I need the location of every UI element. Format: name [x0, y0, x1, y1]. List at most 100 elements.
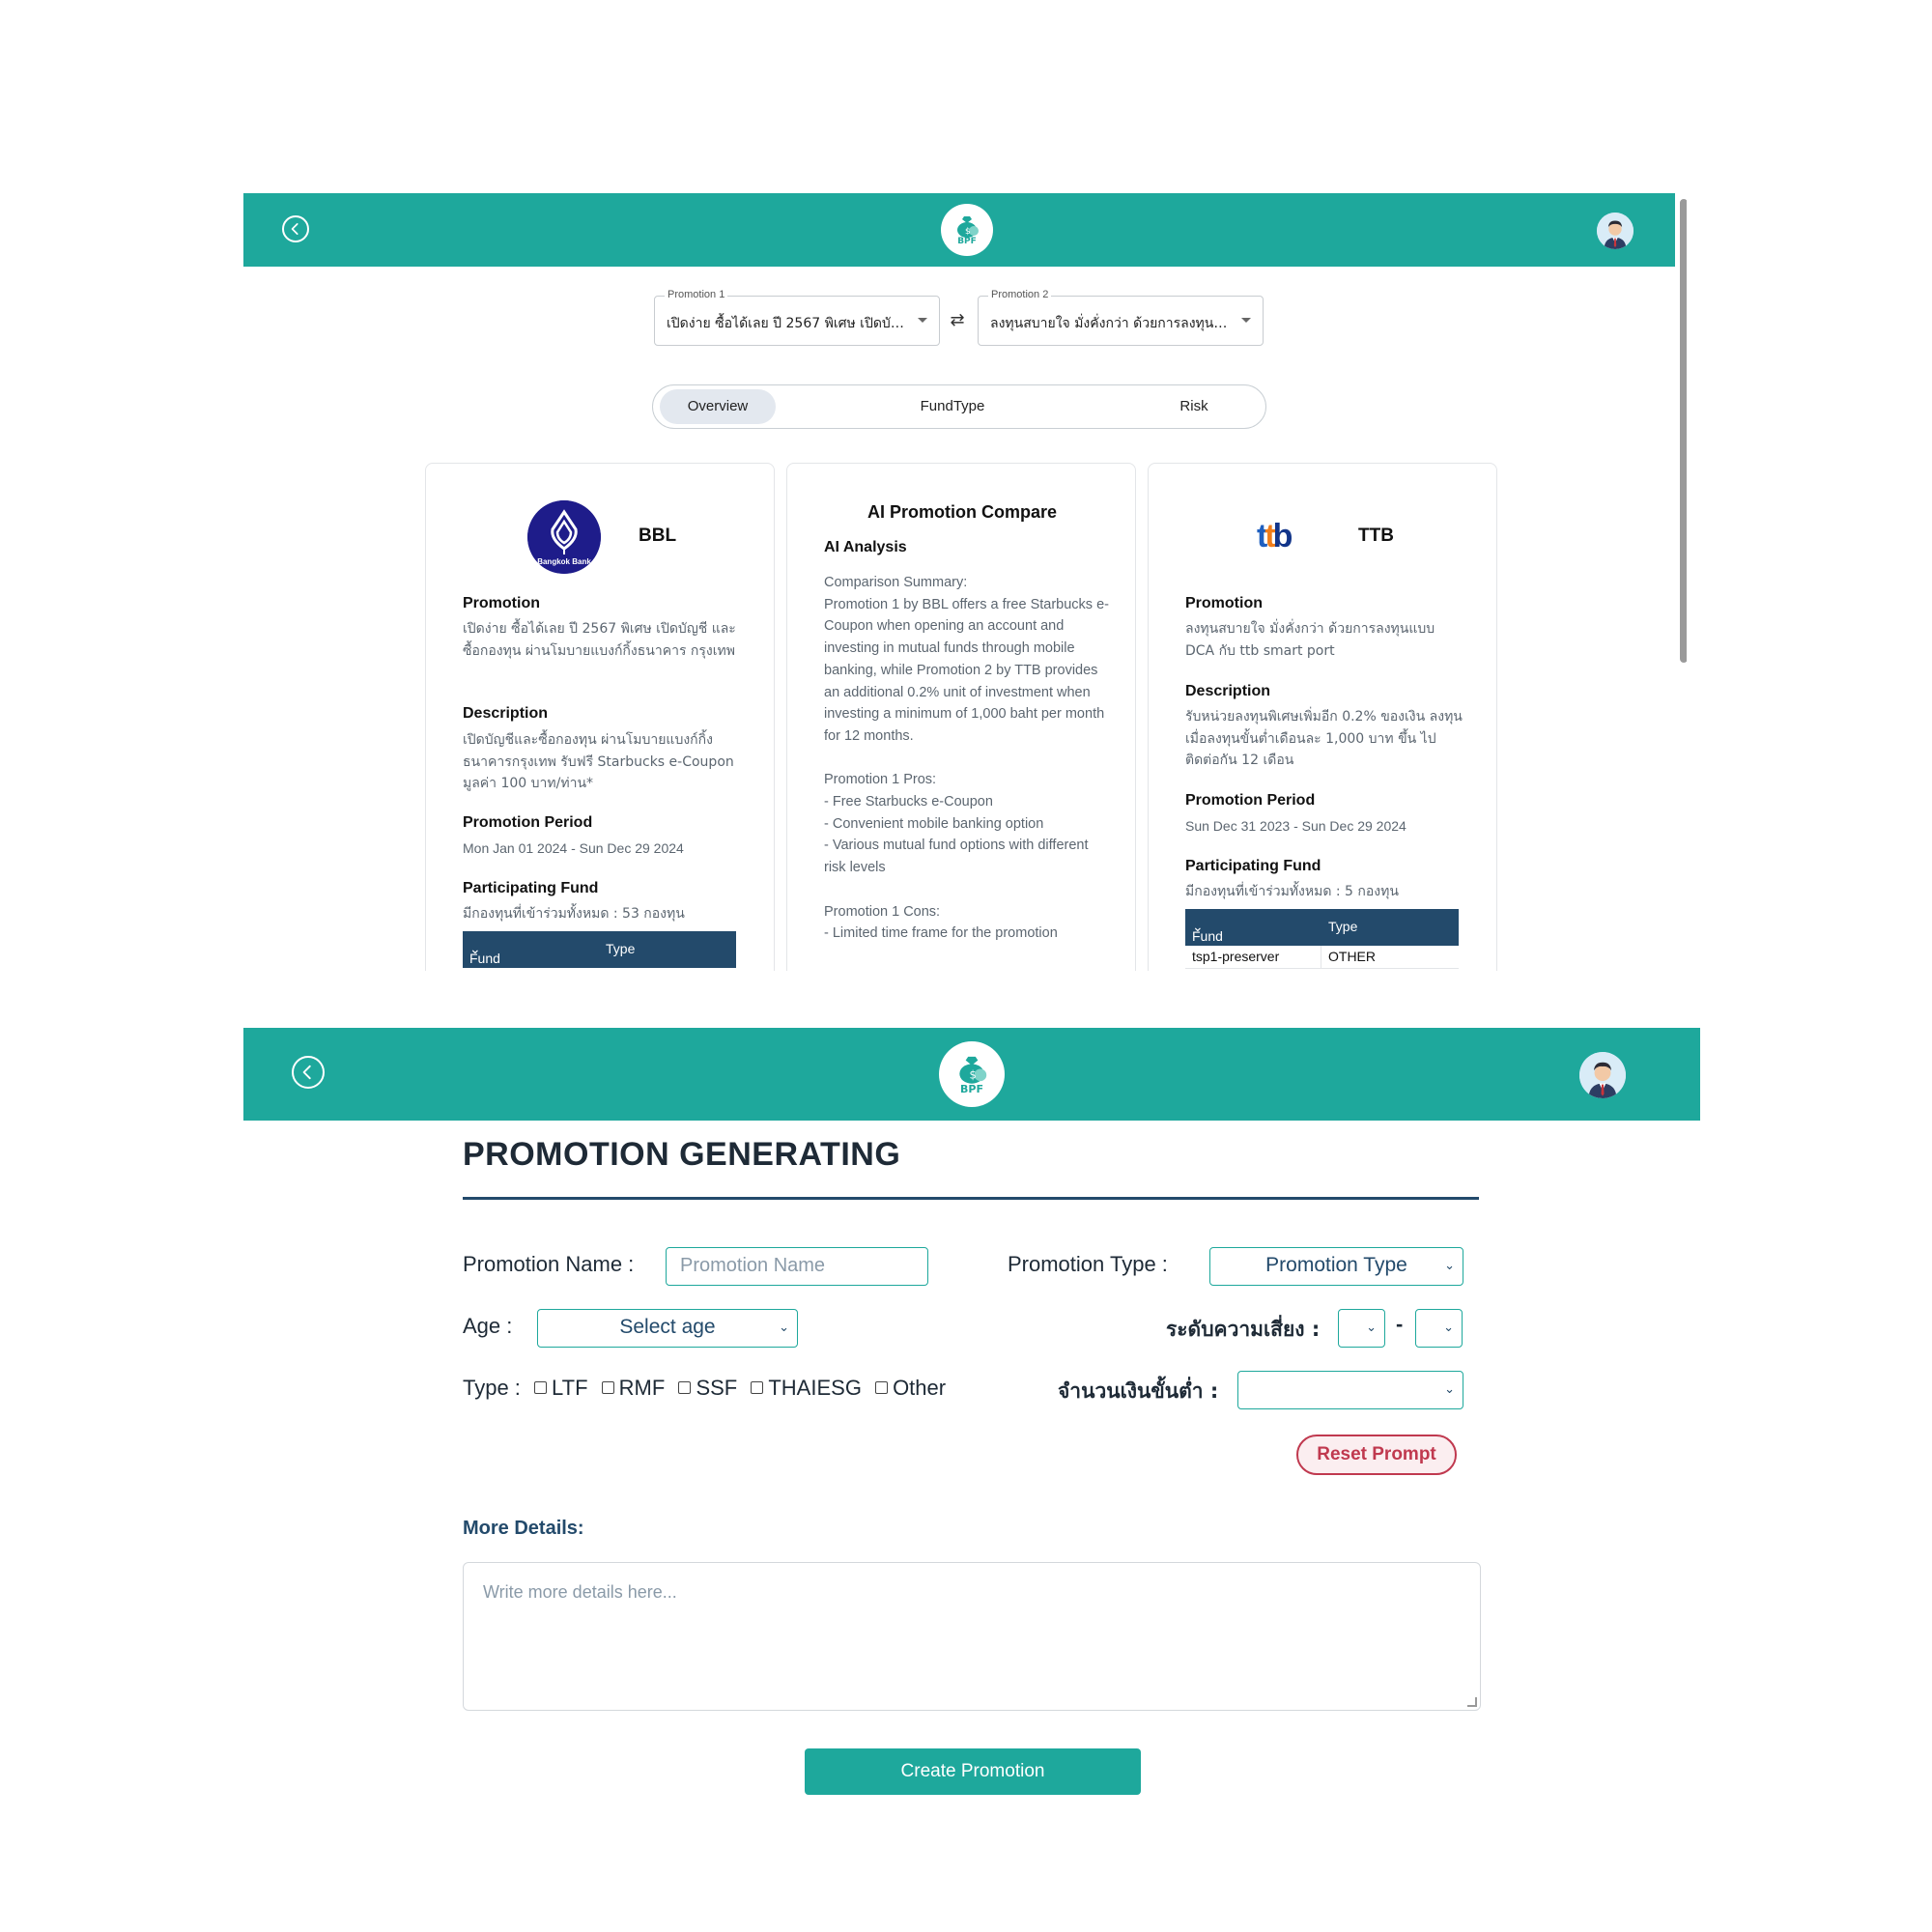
bbl-period-text: Mon Jan 01 2024 - Sun Dec 29 2024 — [463, 840, 684, 856]
promotion-type-select[interactable]: Promotion Type ⌄ — [1209, 1247, 1463, 1286]
svg-text:$: $ — [969, 1068, 976, 1082]
bbl-bank-name: BBL — [639, 526, 677, 546]
promotion-name-input[interactable]: Promotion Name — [666, 1247, 928, 1286]
promotion-1-label: Promotion 1 — [665, 289, 728, 300]
bbl-fund-count: มีกองทุนที่เข้าร่วมทั้งหมด : 53 กองทุน — [463, 906, 685, 922]
fund-column-label: Fund — [1192, 928, 1223, 944]
reset-prompt-button[interactable]: Reset Prompt — [1296, 1435, 1457, 1475]
type-column-header: Type — [606, 941, 636, 956]
ai-compare-card: AI Promotion Compare AI Analysis Compari… — [786, 463, 1136, 971]
table-row[interactable]: tsp1-preserver OTHER — [1185, 946, 1459, 969]
bbl-description-heading: Description — [463, 705, 549, 722]
ttb-fund-count: มีกองทุนที่เข้าร่วมทั้งหมด : 5 กองทุน — [1185, 884, 1399, 899]
compare-screen: $ BPF Promotion 1 เปิดง่าย ซื้อได้เลย ปี… — [243, 193, 1687, 971]
app-logo[interactable]: $ BPF — [941, 204, 993, 256]
type-column-header: Type — [1328, 919, 1358, 934]
risk-range-separator: - — [1396, 1312, 1404, 1336]
svg-text:$: $ — [965, 227, 971, 237]
money-bag-icon: $ — [959, 1056, 987, 1084]
back-arrow-icon[interactable] — [282, 215, 309, 242]
promotion-type-value: Promotion Type — [1265, 1254, 1407, 1276]
checkbox-ltf[interactable] — [534, 1381, 548, 1394]
ttb-promotion-heading: Promotion — [1185, 595, 1263, 611]
checkbox-thaiesg-label: THAIESG — [768, 1376, 862, 1400]
bbl-promotion-heading: Promotion — [463, 595, 540, 611]
bangkok-bank-logo-caption: Bangkok Bank — [537, 557, 591, 566]
table-header: Fund ⌄ Type — [463, 931, 736, 968]
fund-column-header[interactable]: Fund ⌄ — [1192, 919, 1223, 944]
fund-type-label: Type : LTF RMF SSF THAIESG Other — [463, 1376, 946, 1401]
checkbox-rmf-label: RMF — [618, 1376, 666, 1400]
promotion-name-label: Promotion Name : — [463, 1252, 635, 1276]
money-bag-icon: $ — [957, 216, 979, 238]
promotion-1-value: เปิดง่าย ซื้อได้เลย ปี 2567 พิเศษ เปิดบั… — [667, 316, 908, 331]
ttb-logo: ttb — [1257, 518, 1293, 554]
more-details-placeholder: Write more details here... — [483, 1582, 677, 1602]
chevron-down-icon: ⌄ — [1444, 1381, 1455, 1396]
minimum-amount-label: จำนวนเงินขั้นต่ำ : — [1058, 1379, 1219, 1403]
ttb-logo-t2: t — [1264, 518, 1275, 554]
ttb-period-text: Sun Dec 31 2023 - Sun Dec 29 2024 — [1185, 818, 1406, 834]
create-promotion-button[interactable]: Create Promotion — [805, 1748, 1141, 1795]
type-cell: OTHER — [1328, 949, 1376, 964]
ai-analysis-heading: AI Analysis — [824, 539, 907, 555]
checkbox-thaiesg[interactable] — [751, 1381, 764, 1394]
risk-max-select[interactable]: ⌄ — [1415, 1309, 1463, 1348]
bbl-description-text: เปิดบัญชีและซื้อกองทุน ผ่านโมบายแบงก์กิ้… — [463, 732, 734, 791]
promotion-2-value: ลงทุนสบายใจ มั่งคั่งกว่า ด้วยการลงทุนแบบ… — [990, 316, 1232, 331]
chevron-down-icon: ⌄ — [1443, 1320, 1454, 1334]
chevron-down-icon: ⌄ — [779, 1320, 789, 1334]
promotion-2-label: Promotion 2 — [988, 289, 1052, 300]
bbl-promotion-text: เปิดง่าย ซื้อได้เลย ปี 2567 พิเศษ เปิดบั… — [463, 621, 736, 659]
top-navigation-bar: $ BPF — [243, 193, 1675, 267]
chevron-down-icon — [918, 318, 927, 323]
ttb-promotion-card: ttb TTB Promotion ลงทุนสบายใจ มั่งคั่งกว… — [1148, 463, 1497, 971]
top-navigation-bar: $ BPF — [243, 1028, 1700, 1121]
ttb-bank-name: TTB — [1358, 526, 1394, 546]
resize-handle-icon[interactable] — [1467, 1697, 1477, 1707]
fund-cell: tsp1-preserver — [1192, 949, 1280, 964]
tab-risk[interactable]: Risk — [1136, 389, 1252, 424]
table-header: Fund ⌄ Type — [1185, 909, 1459, 946]
generate-screen: $ BPF PROMOTION GENERATING Promotion Nam… — [243, 1028, 1700, 1810]
compare-tabs: Overview FundType Risk — [652, 384, 1266, 429]
user-avatar[interactable] — [1579, 1052, 1626, 1098]
fund-type-label-text: Type : — [463, 1376, 521, 1400]
bbl-fund-table: Fund ⌄ Type — [463, 931, 736, 968]
user-avatar[interactable] — [1597, 213, 1634, 249]
bbl-fund-heading: Participating Fund — [463, 880, 599, 896]
risk-level-label: ระดับความเสี่ยง : — [1166, 1318, 1321, 1341]
age-label: Age : — [463, 1314, 513, 1338]
more-details-textarea[interactable]: Write more details here... — [463, 1562, 1481, 1711]
promotion-1-select[interactable]: Promotion 1 เปิดง่าย ซื้อได้เลย ปี 2567 … — [654, 289, 940, 346]
fund-column-label: Fund — [469, 951, 500, 966]
tab-fundtype[interactable]: FundType — [895, 389, 1010, 424]
app-logo[interactable]: $ BPF — [939, 1041, 1005, 1107]
checkbox-ssf[interactable] — [678, 1381, 692, 1394]
promotion-2-select[interactable]: Promotion 2 ลงทุนสบายใจ มั่งคั่งกว่า ด้ว… — [978, 289, 1264, 346]
minimum-amount-select[interactable]: ⌄ — [1237, 1371, 1463, 1409]
checkbox-other-label: Other — [893, 1376, 947, 1400]
checkbox-other[interactable] — [875, 1381, 889, 1394]
back-arrow-icon[interactable] — [292, 1056, 325, 1089]
bangkok-bank-logo: Bangkok Bank — [527, 500, 601, 574]
ttb-description-text: รับหน่วยลงทุนพิเศษเพิ่มอีก 0.2% ของเงิน … — [1185, 709, 1463, 768]
tab-overview[interactable]: Overview — [660, 389, 776, 424]
age-select[interactable]: Select age ⌄ — [537, 1309, 798, 1348]
fund-column-header[interactable]: Fund ⌄ — [469, 941, 500, 966]
bbl-promotion-card: Bangkok Bank BBL Promotion เปิดง่าย ซื้อ… — [425, 463, 775, 971]
ai-analysis-text: Comparison Summary: Promotion 1 by BBL o… — [824, 575, 1109, 942]
age-select-value: Select age — [619, 1316, 716, 1338]
ttb-description-heading: Description — [1185, 683, 1271, 699]
swap-arrows-icon[interactable]: ⇄ — [947, 311, 968, 330]
ttb-fund-table: Fund ⌄ Type tsp1-preserver OTHER — [1185, 909, 1459, 969]
scrollbar[interactable] — [1680, 199, 1687, 663]
checkbox-ssf-label: SSF — [696, 1376, 738, 1400]
risk-min-select[interactable]: ⌄ — [1338, 1309, 1385, 1348]
bbl-period-heading: Promotion Period — [463, 814, 593, 831]
chevron-down-icon — [1241, 318, 1251, 323]
checkbox-rmf[interactable] — [601, 1381, 614, 1394]
logo-text: BPF — [957, 237, 977, 246]
ttb-logo-b: b — [1272, 518, 1293, 554]
ttb-promotion-text: ลงทุนสบายใจ มั่งคั่งกว่า ด้วยการลงทุนแบบ… — [1185, 621, 1435, 659]
